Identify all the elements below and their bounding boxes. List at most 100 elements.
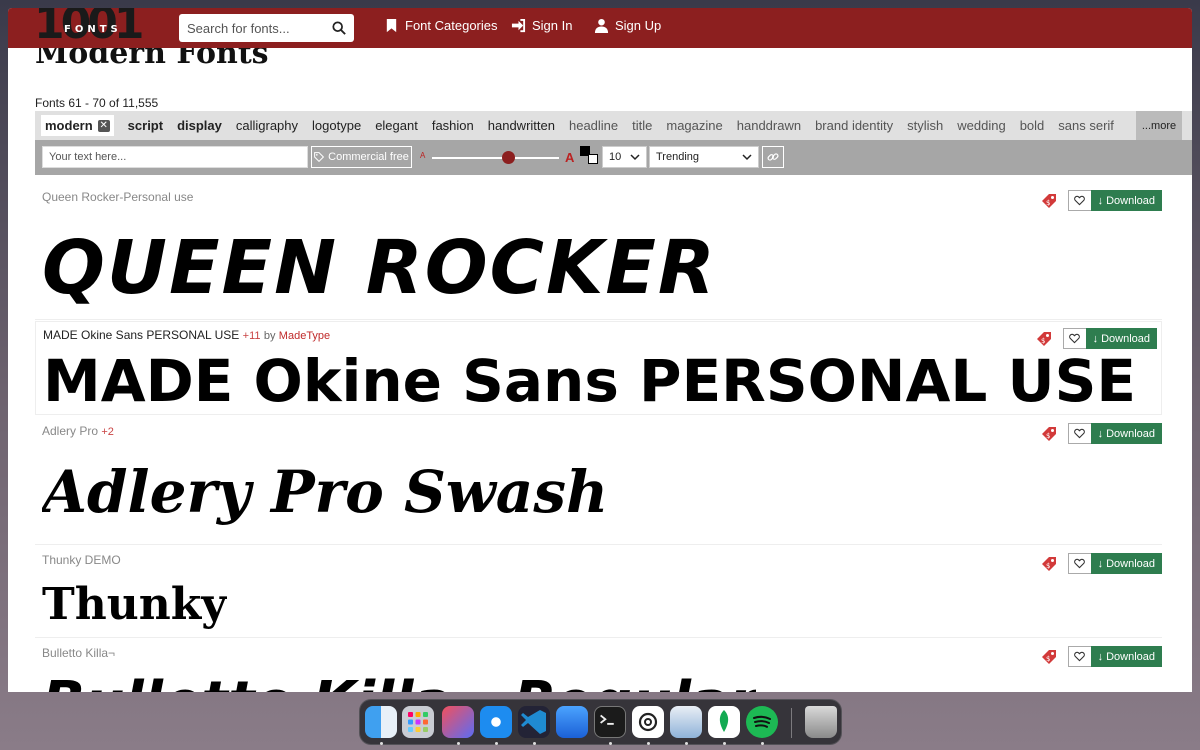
terminal-icon[interactable]	[594, 706, 626, 738]
per-page-select[interactable]: 10	[602, 146, 647, 168]
size-slider-track[interactable]	[432, 157, 559, 159]
per-page-value: 10	[609, 151, 622, 163]
download-button[interactable]: ↓ Download	[1090, 423, 1162, 444]
tag-item[interactable]: handdrawn	[737, 118, 801, 133]
download-label: Download	[1106, 650, 1155, 663]
spotify-icon[interactable]	[746, 706, 778, 738]
tag-item[interactable]: calligraphy	[236, 118, 298, 133]
favorite-button[interactable]	[1067, 190, 1091, 211]
download-button[interactable]: ↓ Download	[1090, 190, 1162, 211]
price-tag-icon[interactable]: $	[1040, 648, 1058, 666]
price-tag-icon[interactable]: $	[1040, 425, 1058, 443]
search-placeholder: Search for fonts...	[187, 20, 290, 36]
arrow-down-icon: ↓	[1092, 332, 1099, 345]
font-categories-link[interactable]: Font Categories	[384, 18, 498, 33]
font-name[interactable]: MADE Okine Sans PERSONAL USE +11 by Made…	[43, 328, 330, 342]
safari-icon[interactable]	[480, 706, 512, 738]
tag-item[interactable]: brand identity	[815, 118, 893, 133]
font-entry: Queen Rocker-Personal use $ ↓ Download QU…	[35, 183, 1162, 320]
size-slider-handle[interactable]	[502, 151, 515, 164]
tag-item[interactable]: magazine	[666, 118, 722, 133]
heart-icon	[1074, 651, 1085, 662]
tag-item[interactable]: handwritten	[488, 118, 555, 133]
mongodb-icon[interactable]	[708, 706, 740, 738]
tag-item[interactable]: stylish	[907, 118, 943, 133]
tag-item[interactable]: bold	[1020, 118, 1045, 133]
running-indicator	[457, 742, 460, 745]
arrow-down-icon: ↓	[1097, 557, 1104, 570]
chatgpt-icon[interactable]	[632, 706, 664, 738]
arrow-down-icon: ↓	[1097, 650, 1104, 663]
svg-text:$: $	[1046, 562, 1050, 570]
download-button[interactable]: ↓ Download	[1090, 553, 1162, 574]
price-tag-icon[interactable]: $	[1040, 555, 1058, 573]
launchpad-icon[interactable]	[402, 706, 434, 738]
tag-item[interactable]: elegant	[375, 118, 418, 133]
running-indicator	[495, 742, 498, 745]
favorite-button[interactable]	[1062, 328, 1086, 349]
font-variants-count: +2	[101, 426, 114, 438]
dock-separator	[791, 708, 792, 738]
author-link[interactable]: MadeType	[279, 330, 330, 342]
favorite-button[interactable]	[1067, 553, 1091, 574]
font-name-text: Adlery Pro	[42, 424, 99, 438]
tag-item[interactable]: script	[128, 118, 163, 133]
remove-tag-icon[interactable]: ✕	[97, 119, 110, 132]
tag-item[interactable]: title	[632, 118, 652, 133]
price-tag-icon[interactable]: $	[1035, 330, 1053, 348]
download-button[interactable]: ↓ Download	[1090, 646, 1162, 667]
tag-item[interactable]: logotype	[312, 118, 361, 133]
more-tags-button[interactable]: ...more	[1136, 111, 1182, 140]
running-indicator	[761, 742, 764, 745]
sign-in-icon	[511, 18, 526, 33]
font-preview[interactable]: Thunky	[42, 576, 227, 634]
font-actions: $ ↓ Download	[1040, 423, 1162, 444]
sign-in-link[interactable]: Sign In	[511, 18, 572, 33]
svg-text:$: $	[1046, 432, 1050, 440]
sign-up-link[interactable]: Sign Up	[594, 18, 661, 33]
font-name[interactable]: Bulletto Killa¬	[42, 646, 115, 660]
price-tag-icon[interactable]: $	[1040, 192, 1058, 210]
preview-text-input[interactable]: Your text here...	[42, 146, 308, 168]
arc-icon[interactable]	[442, 706, 474, 738]
vscode-icon[interactable]	[518, 706, 550, 738]
finder-icon[interactable]	[365, 706, 397, 738]
preview-icon[interactable]	[670, 706, 702, 738]
xcode-icon[interactable]	[556, 706, 588, 738]
chevron-down-icon	[742, 154, 752, 161]
background-color-swatch[interactable]	[588, 154, 598, 164]
font-name[interactable]: Queen Rocker-Personal use	[42, 190, 193, 204]
heart-icon	[1074, 195, 1085, 206]
tag-item[interactable]: sans serif	[1058, 118, 1114, 133]
running-indicator	[533, 742, 536, 745]
tag-item[interactable]: display	[177, 118, 222, 133]
color-picker[interactable]	[580, 146, 600, 168]
font-preview[interactable]: Bulletto Killa - Regular	[42, 673, 756, 692]
font-preview[interactable]: Adlery Pro Swash	[42, 454, 608, 530]
search-icon[interactable]	[332, 21, 346, 35]
svg-text:$: $	[1046, 655, 1050, 663]
favorite-button[interactable]	[1067, 646, 1091, 667]
search-input[interactable]: Search for fonts...	[179, 14, 354, 42]
user-icon	[594, 18, 609, 33]
font-preview[interactable]: QUEEN ROCKER	[42, 223, 717, 313]
font-name[interactable]: Adlery Pro +2	[42, 424, 114, 438]
commercial-free-toggle[interactable]: Commercial free	[311, 146, 412, 168]
font-preview[interactable]: MADE Okine Sans PERSONAL USE BOLD	[43, 350, 1161, 412]
share-link-button[interactable]	[762, 146, 784, 168]
by-label: by	[263, 330, 276, 342]
favorite-button[interactable]	[1067, 423, 1091, 444]
terminal-prompt-icon	[600, 714, 614, 725]
sort-select[interactable]: Trending	[649, 146, 759, 168]
tag-item[interactable]: fashion	[432, 118, 474, 133]
tag-item[interactable]: headline	[569, 118, 618, 133]
download-button[interactable]: ↓ Download	[1085, 328, 1157, 349]
trash-icon[interactable]	[805, 706, 837, 738]
svg-text:$: $	[1046, 199, 1050, 207]
font-name[interactable]: Thunky DEMO	[42, 553, 121, 567]
tag-active[interactable]: modern ✕	[41, 115, 114, 136]
download-label: Download	[1106, 194, 1155, 207]
heart-icon	[1074, 428, 1085, 439]
tag-item[interactable]: wedding	[957, 118, 1005, 133]
site-logo[interactable]: 1001 FONTS	[34, 8, 154, 52]
